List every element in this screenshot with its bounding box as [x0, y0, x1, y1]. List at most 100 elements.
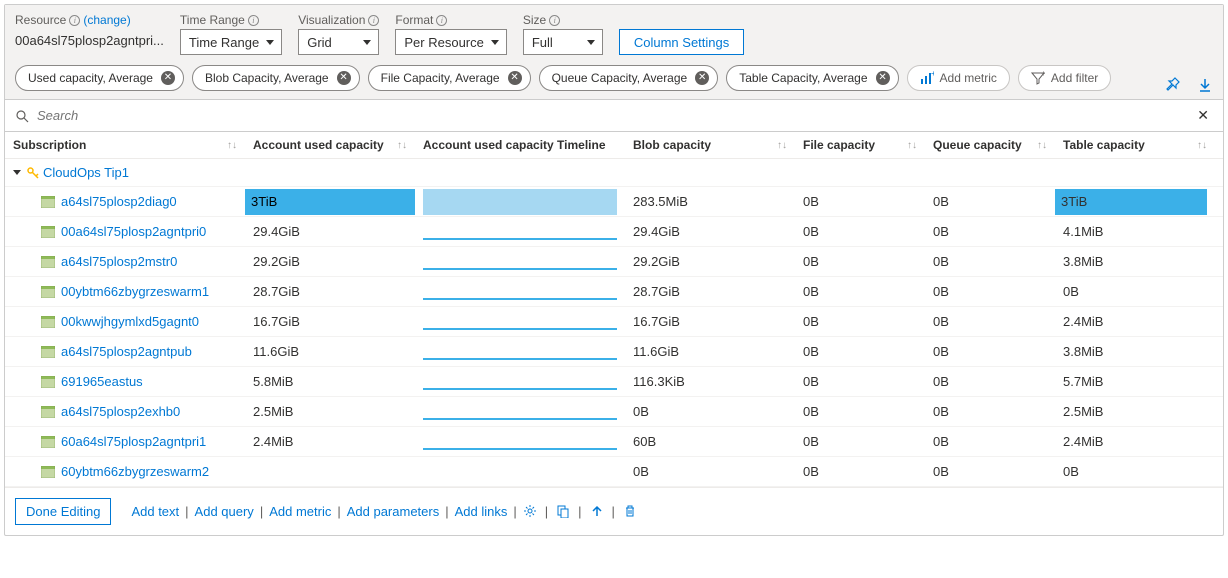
add-links-link[interactable]: Add links	[455, 504, 508, 519]
clear-search-icon[interactable]: ✕	[1193, 107, 1213, 124]
file-capacity-cell: 0B	[803, 254, 819, 269]
remove-metric-icon[interactable]: ✕	[337, 71, 351, 85]
info-icon[interactable]: i	[248, 15, 259, 26]
metric-pill[interactable]: File Capacity, Average✕	[368, 65, 531, 91]
info-icon[interactable]: i	[69, 15, 80, 26]
settings-icon[interactable]	[523, 504, 537, 519]
blob-capacity-cell: 16.7GiB	[633, 314, 680, 329]
table-capacity-cell: 0B	[1063, 464, 1079, 479]
queue-capacity-cell: 0B	[933, 464, 949, 479]
done-editing-button[interactable]: Done Editing	[15, 498, 111, 525]
group-row[interactable]: CloudOps Tip1	[5, 159, 1223, 187]
resource-link[interactable]: a64sl75plosp2exhb0	[61, 404, 180, 419]
resource-link[interactable]: a64sl75plosp2mstr0	[61, 254, 177, 269]
download-icon[interactable]	[1197, 77, 1213, 93]
table-capacity-cell: 2.5MiB	[1063, 404, 1103, 419]
add-parameters-link[interactable]: Add parameters	[347, 504, 440, 519]
add-query-link[interactable]: Add query	[195, 504, 254, 519]
blob-capacity-cell: 60B	[633, 434, 656, 449]
resource-link[interactable]: a64sl75plosp2agntpub	[61, 344, 192, 359]
metric-pill[interactable]: Used capacity, Average✕	[15, 65, 184, 91]
resource-link[interactable]: 691965eastus	[61, 374, 143, 389]
queue-capacity-cell: 0B	[933, 284, 949, 299]
queue-capacity-cell: 0B	[933, 344, 949, 359]
timeline-bar	[423, 358, 617, 360]
change-resource-link[interactable]: (change)	[83, 13, 130, 27]
info-icon[interactable]: i	[436, 15, 447, 26]
remove-metric-icon[interactable]: ✕	[876, 71, 890, 85]
resource-name-cell: 00a64sl75plosp2agntpri0	[5, 217, 245, 246]
resource-label: Resource	[15, 13, 66, 27]
used-capacity-cell: 28.7GiB	[253, 284, 300, 299]
metric-pill[interactable]: Queue Capacity, Average✕	[539, 65, 719, 91]
resource-name-cell: 60ybtm66zbygrzeswarm2	[5, 457, 245, 486]
search-row: ✕	[5, 99, 1223, 132]
used-capacity-cell: 29.4GiB	[253, 224, 300, 239]
resource-link[interactable]: 00ybtm66zbygrzeswarm1	[61, 284, 209, 299]
table-row: 60ybtm66zbygrzeswarm20B0B0B0B	[5, 457, 1223, 487]
delete-icon[interactable]	[623, 504, 637, 519]
storage-account-icon	[41, 346, 55, 358]
used-capacity-cell: 2.4MiB	[253, 434, 293, 449]
key-icon	[27, 167, 39, 179]
resource-name-cell: 00kwwjhgymlxd5gagnt0	[5, 307, 245, 336]
blob-capacity-cell: 11.6GiB	[633, 344, 679, 359]
col-used-capacity[interactable]: Account used capacity↑↓	[245, 132, 415, 158]
visualization-select[interactable]: Grid	[298, 29, 379, 55]
sort-icon: ↑↓	[907, 140, 917, 151]
metric-pill-label: Blob Capacity, Average	[205, 71, 329, 85]
table-capacity-cell: 3.8MiB	[1063, 254, 1103, 269]
resource-link[interactable]: 60ybtm66zbygrzeswarm2	[61, 464, 209, 479]
timeline-bar	[423, 189, 617, 215]
resource-link[interactable]: a64sl75plosp2diag0	[61, 194, 177, 209]
copy-icon[interactable]	[556, 504, 570, 519]
blob-capacity-cell: 283.5MiB	[633, 194, 688, 209]
remove-metric-icon[interactable]: ✕	[508, 71, 522, 85]
table-row: 00a64sl75plosp2agntpri029.4GiB29.4GiB0B0…	[5, 217, 1223, 247]
resource-name-cell: a64sl75plosp2exhb0	[5, 397, 245, 426]
add-metric-link[interactable]: Add metric	[269, 504, 331, 519]
file-capacity-cell: 0B	[803, 374, 819, 389]
timerange-select[interactable]: Time Range	[180, 29, 282, 55]
column-settings-button[interactable]: Column Settings	[619, 29, 744, 55]
size-select[interactable]: Full	[523, 29, 603, 55]
add-metric-button[interactable]: + Add metric	[907, 65, 1010, 91]
resource-link[interactable]: 00a64sl75plosp2agntpri0	[61, 224, 206, 239]
queue-capacity-cell: 0B	[933, 224, 949, 239]
resource-name-cell: 00ybtm66zbygrzeswarm1	[5, 277, 245, 306]
metric-pill[interactable]: Blob Capacity, Average ✕	[192, 65, 360, 91]
timerange-param: Time Range i Time Range	[180, 13, 282, 55]
col-table-capacity[interactable]: Table capacity↑↓	[1055, 132, 1215, 158]
move-up-icon[interactable]	[590, 504, 604, 519]
table-row: a64sl75plosp2agntpub11.6GiB11.6GiB0B0B3.…	[5, 337, 1223, 367]
table-row: 60a64sl75plosp2agntpri12.4MiB60B0B0B2.4M…	[5, 427, 1223, 457]
table-capacity-cell: 3TiB	[1055, 189, 1207, 215]
col-file-capacity[interactable]: File capacity↑↓	[795, 132, 925, 158]
info-icon[interactable]: i	[368, 15, 379, 26]
add-text-link[interactable]: Add text	[131, 504, 179, 519]
storage-account-icon	[41, 286, 55, 298]
resource-link[interactable]: 60a64sl75plosp2agntpri1	[61, 434, 206, 449]
info-icon[interactable]: i	[549, 15, 560, 26]
table-row: 691965eastus5.8MiB116.3KiB0B0B5.7MiB	[5, 367, 1223, 397]
col-subscription[interactable]: Subscription↑↓	[5, 132, 245, 158]
queue-capacity-cell: 0B	[933, 314, 949, 329]
top-right-actions	[1165, 77, 1213, 93]
group-name[interactable]: CloudOps Tip1	[43, 165, 129, 180]
metric-pills-row: Used capacity, Average✕ Blob Capacity, Av…	[15, 65, 1213, 91]
footer-icons: | | |	[523, 504, 637, 519]
remove-metric-icon[interactable]: ✕	[161, 71, 175, 85]
resource-link[interactable]: 00kwwjhgymlxd5gagnt0	[61, 314, 199, 329]
pin-icon[interactable]	[1165, 77, 1181, 93]
format-select[interactable]: Per Resource	[395, 29, 506, 55]
add-filter-button[interactable]: + Add filter	[1018, 65, 1111, 91]
metric-pill[interactable]: Table Capacity, Average ✕	[726, 65, 898, 91]
col-queue-capacity[interactable]: Queue capacity↑↓	[925, 132, 1055, 158]
storage-account-icon	[41, 196, 55, 208]
metric-pill-label: Table Capacity, Average	[739, 71, 867, 85]
remove-metric-icon[interactable]: ✕	[695, 71, 709, 85]
col-timeline[interactable]: Account used capacity Timeline	[415, 132, 625, 158]
used-capacity-cell: 16.7GiB	[253, 314, 300, 329]
search-input[interactable]	[33, 104, 1193, 127]
col-blob-capacity[interactable]: Blob capacity↑↓	[625, 132, 795, 158]
